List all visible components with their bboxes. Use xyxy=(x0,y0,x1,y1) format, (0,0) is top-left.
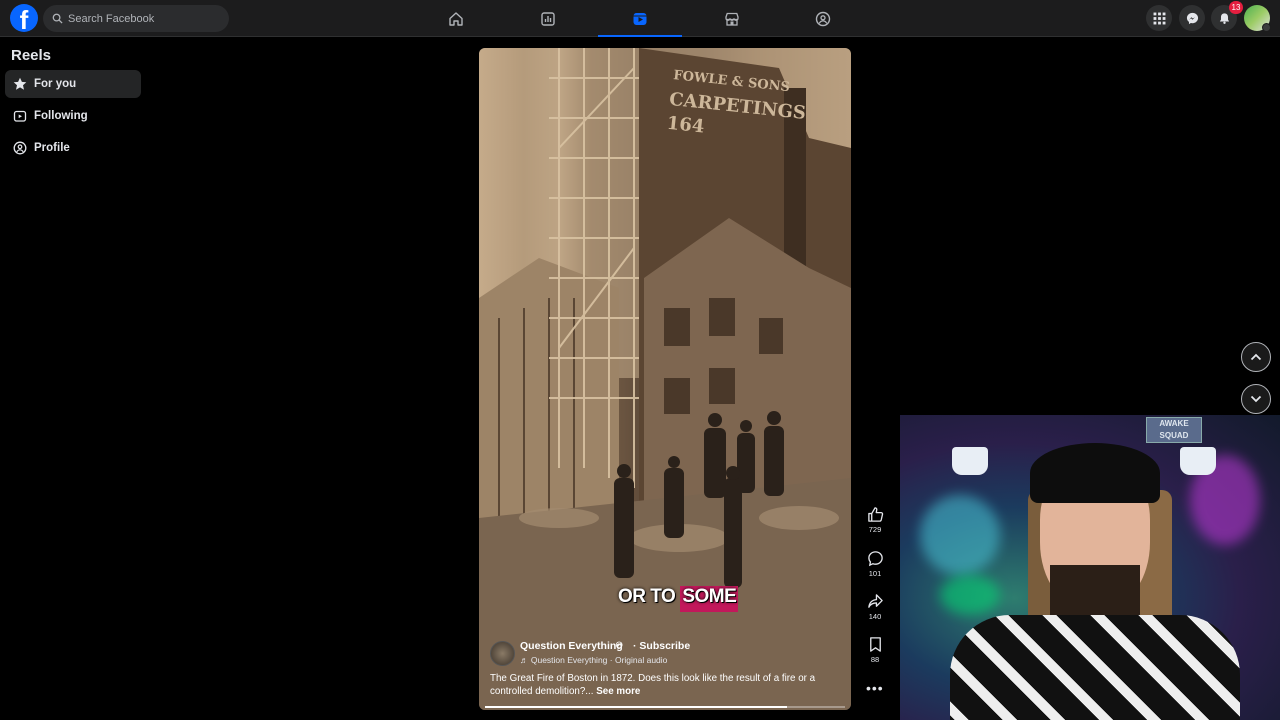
previous-reel-button[interactable] xyxy=(1241,342,1271,372)
person-cap xyxy=(1030,443,1160,503)
nav-home[interactable] xyxy=(414,0,498,37)
photo-sign-text: FOWLE & SONS CARPETINGS 164 xyxy=(666,64,807,148)
wall-sign-line: SQUAD xyxy=(1159,431,1189,440)
nav-marketplace[interactable] xyxy=(690,0,774,37)
light-glow xyxy=(920,495,1000,575)
marketplace-icon xyxy=(725,12,739,26)
share-count: 140 xyxy=(868,612,882,621)
sidebar-item-profile[interactable]: Profile xyxy=(5,134,141,162)
audio-link[interactable]: ♬ Question Everything · Original audio xyxy=(520,655,667,665)
top-navigation-bar: f 13 xyxy=(0,0,1280,37)
video-progress-fill xyxy=(485,706,788,708)
comment-count: 101 xyxy=(868,569,882,578)
video-description: The Great Fire of Boston in 1872. Does t… xyxy=(490,672,840,698)
home-icon xyxy=(449,11,463,26)
stats-icon xyxy=(541,11,555,26)
sidebar-item-label: Following xyxy=(34,110,88,122)
like-count: 729 xyxy=(868,525,882,534)
sidebar-item-label: Profile xyxy=(34,142,70,154)
light-glow xyxy=(940,575,1000,615)
webcam-overlay: AWAKE SQUAD xyxy=(900,415,1280,720)
nav-stats[interactable] xyxy=(506,0,590,37)
verified-icon: ⊘ xyxy=(615,640,624,651)
comment-icon xyxy=(867,551,883,567)
more-options-button[interactable]: ••• xyxy=(866,680,884,696)
nav-groups[interactable] xyxy=(781,0,865,37)
video-caption: OR TO SOME xyxy=(618,586,739,612)
thumbs-up-icon xyxy=(867,507,883,522)
profile-icon xyxy=(13,141,27,155)
messenger-button[interactable] xyxy=(1179,5,1205,31)
search-input[interactable] xyxy=(68,12,218,25)
share-button[interactable]: 140 xyxy=(861,593,889,621)
sidebar-item-label: For you xyxy=(34,78,77,90)
subscribe-button[interactable]: · Subscribe xyxy=(633,640,690,652)
lamp-left xyxy=(952,447,988,475)
sidebar-item-for-you[interactable]: For you xyxy=(5,70,141,98)
messenger-icon xyxy=(1186,12,1198,24)
description-text: The Great Fire of Boston in 1872. Does t… xyxy=(490,673,816,697)
search-box[interactable] xyxy=(43,5,229,32)
page-title: Reels xyxy=(11,47,52,64)
author-avatar[interactable] xyxy=(490,641,515,666)
like-button[interactable]: 729 xyxy=(861,506,889,534)
author-name-link[interactable]: Question Everything xyxy=(520,640,623,652)
bell-icon xyxy=(1219,12,1229,24)
groups-icon xyxy=(815,11,831,26)
reels-icon xyxy=(633,12,647,25)
notification-count-badge: 13 xyxy=(1229,1,1243,14)
person-shirt xyxy=(950,615,1240,720)
next-reel-button[interactable] xyxy=(1241,384,1271,414)
save-count: 88 xyxy=(870,655,880,664)
wall-sign-line: AWAKE xyxy=(1159,419,1189,428)
share-icon xyxy=(867,594,883,608)
wall-sign: AWAKE SQUAD xyxy=(1146,417,1202,443)
caption-word-highlighted: SOME xyxy=(680,586,739,612)
star-icon xyxy=(13,77,27,90)
grid-menu-icon xyxy=(1153,12,1165,24)
bookmark-icon xyxy=(869,637,881,652)
save-button[interactable]: 88 xyxy=(861,636,889,664)
facebook-logo-icon[interactable]: f xyxy=(10,4,38,32)
lamp-right xyxy=(1180,447,1216,475)
search-icon xyxy=(52,13,63,24)
video-progress-bar[interactable] xyxy=(485,706,845,708)
nav-reels[interactable] xyxy=(598,0,682,37)
chevron-down-icon xyxy=(1250,395,1262,403)
see-more-link[interactable]: See more xyxy=(596,686,640,697)
chevron-up-icon xyxy=(1250,353,1262,361)
sidebar-item-following[interactable]: Following xyxy=(5,102,141,130)
comment-button[interactable]: 101 xyxy=(861,550,889,578)
caption-word: OR TO xyxy=(618,586,676,607)
following-icon xyxy=(13,110,27,122)
account-caret-icon[interactable] xyxy=(1262,23,1271,32)
menu-button[interactable] xyxy=(1146,5,1172,31)
